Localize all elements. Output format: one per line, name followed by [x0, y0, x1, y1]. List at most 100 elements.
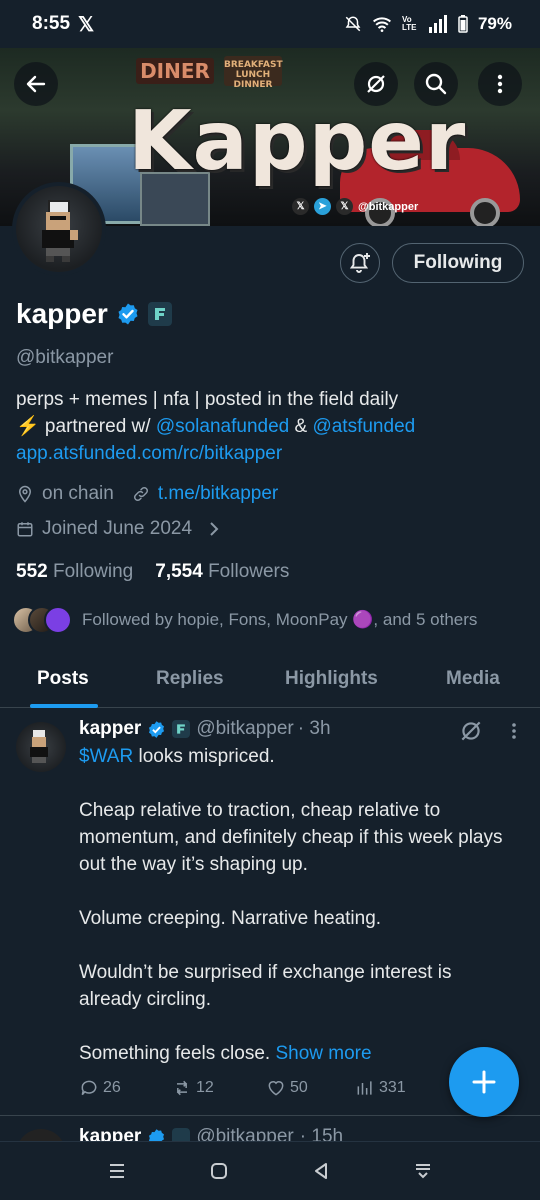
profile-handle: @bitkapper — [16, 347, 114, 368]
banner-social-handle: @bitkapper — [358, 200, 419, 213]
profile-website-link[interactable]: t.me/bitkapper — [158, 483, 278, 505]
following-count: 552 — [16, 561, 48, 582]
x-logo-icon: 𝕏 — [78, 13, 95, 36]
tweet-actions: 26 12 50 331 — [79, 1078, 439, 1102]
tweet-author-name[interactable]: kapper — [79, 1126, 141, 1141]
like-button[interactable]: 50 — [266, 1078, 308, 1098]
battery-icon — [458, 15, 468, 33]
tweet-paragraph: Cheap relative to traction, cheap relati… — [79, 800, 503, 875]
chevron-right-icon — [210, 522, 219, 536]
mention-atsfunded-link[interactable]: @atsfunded — [312, 416, 415, 437]
link-icon — [133, 486, 148, 502]
back-arrow-icon — [26, 75, 46, 93]
signal-icon — [428, 15, 447, 33]
reply-count: 26 — [103, 1079, 121, 1096]
more-vertical-icon[interactable] — [504, 718, 524, 744]
affiliate-badge-icon — [172, 720, 191, 738]
views-chart-icon — [357, 1081, 372, 1095]
tab-highlights[interactable]: Highlights — [285, 668, 378, 690]
keyboard-hide-icon[interactable] — [412, 1160, 434, 1182]
banner-socials: 𝕏 ➤ 𝕏 @bitkapper — [292, 198, 418, 215]
bio-ampersand: & — [289, 416, 313, 437]
tweet-paragraph: $WAR looks mispriced. — [79, 743, 519, 770]
search-button[interactable] — [414, 62, 458, 106]
calendar-icon — [17, 522, 33, 537]
status-bar: 8:55 𝕏 Vo LTE 79% — [0, 0, 540, 48]
profile-display-name: kapper — [16, 298, 108, 329]
home-icon[interactable] — [208, 1160, 230, 1182]
wifi-icon — [372, 17, 391, 32]
grok-icon[interactable] — [458, 718, 484, 744]
battery-percent: 79% — [477, 14, 512, 33]
cashtag-link[interactable]: $WAR — [79, 746, 133, 767]
back-button[interactable] — [14, 62, 58, 106]
followed-by-text: Followed by hopie, Fons, MoonPay 🟣, and … — [82, 610, 478, 629]
tweet-paragraph: Volume creeping. Narrative heating. — [79, 908, 382, 929]
banner-car-wheel — [470, 198, 500, 226]
heart-icon — [268, 1081, 284, 1096]
bio-line-2: ⚡ partnered w/ @solanafunded & @atsfunde… — [16, 413, 526, 440]
location-pin-icon — [18, 485, 32, 503]
network-label: Vo LTE — [401, 15, 417, 32]
reply-icon — [81, 1080, 97, 1096]
tweet-author-handle: @bitkapper — [196, 1126, 294, 1141]
reply-button[interactable]: 26 — [79, 1078, 121, 1098]
repost-button[interactable]: 12 — [172, 1078, 214, 1098]
search-icon — [425, 73, 447, 95]
follow-counts: 552 Following 7,554 Followers — [16, 561, 289, 583]
followed-by-row[interactable]: Followed by hopie, Fons, MoonPay 🟣, and … — [12, 606, 477, 634]
affiliate-badge-icon[interactable] — [147, 302, 172, 326]
compose-post-button[interactable] — [449, 1047, 519, 1117]
bio-url-link[interactable]: app.atsfunded.com/rc/bitkapper — [16, 440, 526, 467]
plus-icon — [472, 1070, 496, 1094]
tweet-timestamp: · 3h — [297, 718, 331, 739]
profile-name-row: kapper — [16, 298, 172, 330]
profile-joined-row[interactable]: Joined June 2024 — [16, 518, 220, 540]
profile-tabs: Posts Replies Highlights Media — [0, 656, 540, 708]
bio-line-1: perps + memes | nfa | posted in the fiel… — [16, 389, 399, 410]
repost-icon — [176, 1080, 188, 1096]
tweet-header: kapper @bitkapper · 15h — [79, 1126, 343, 1141]
status-time: 8:55 — [32, 13, 71, 34]
followers-count-link[interactable]: 7,554 Followers — [155, 561, 289, 583]
tweet-author-handle: @bitkapper — [196, 718, 294, 739]
tab-posts[interactable]: Posts — [37, 668, 89, 690]
show-more-link[interactable]: Show more — [275, 1043, 371, 1064]
affiliate-badge-icon — [172, 1128, 191, 1141]
verified-badge-icon[interactable] — [116, 302, 140, 326]
profile-avatar[interactable] — [12, 182, 106, 276]
banner-diner-sign: DINER — [136, 58, 214, 84]
mute-icon — [345, 16, 361, 32]
following-count-link[interactable]: 552 Following — [16, 561, 133, 583]
followers-count: 7,554 — [155, 561, 203, 582]
tweet-author-name[interactable]: kapper — [79, 718, 141, 740]
profile-joined-date: Joined June 2024 — [42, 518, 193, 539]
follower-avatars — [12, 606, 72, 634]
following-label: Following — [52, 561, 134, 582]
tab-media[interactable]: Media — [446, 668, 500, 690]
following-button[interactable]: Following — [392, 243, 524, 283]
profile-location: on chain — [42, 483, 114, 504]
tweet-author-avatar[interactable] — [16, 1129, 66, 1141]
mention-solanafunded-link[interactable]: @solanafunded — [156, 416, 289, 437]
bio-partner-text: ⚡ partnered w/ — [16, 416, 156, 437]
grok-button[interactable] — [354, 62, 398, 106]
notify-button[interactable] — [340, 243, 380, 283]
views-button[interactable]: 331 — [355, 1078, 406, 1098]
repost-count: 12 — [196, 1079, 214, 1096]
banner-lunch-sign: BREAKFAST LUNCH DINNER — [224, 56, 283, 90]
back-triangle-icon[interactable] — [310, 1160, 332, 1182]
tweet-card-partial[interactable]: kapper @bitkapper · 15h — [0, 1117, 540, 1141]
followers-label: Followers — [208, 561, 290, 582]
bell-plus-icon — [349, 253, 370, 273]
tweet-body: $WAR looks mispriced. Cheap relative to … — [79, 743, 519, 1094]
tweet-author-avatar[interactable] — [16, 722, 66, 772]
tweet-card[interactable]: kapper @bitkapper · 3h $WAR looks mispri… — [0, 708, 540, 1116]
recent-apps-icon[interactable] — [106, 1160, 128, 1182]
x-logo-icon: 𝕏 — [336, 198, 353, 215]
system-navigation-bar — [0, 1141, 540, 1200]
more-options-button[interactable] — [478, 62, 522, 106]
views-count: 331 — [379, 1079, 406, 1096]
tweet-header: kapper @bitkapper · 3h — [79, 718, 331, 740]
tab-replies[interactable]: Replies — [156, 668, 224, 690]
